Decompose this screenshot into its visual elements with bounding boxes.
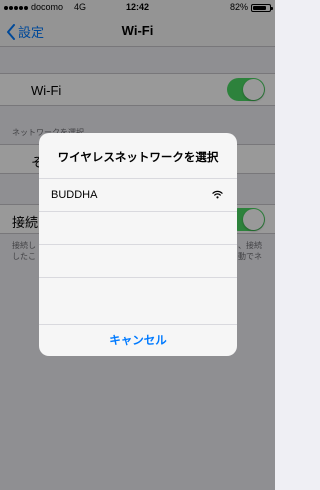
cancel-button[interactable]: キャンセル [39, 324, 237, 356]
network-row[interactable] [39, 244, 237, 277]
network-list: BUDDHA [39, 178, 237, 324]
network-row[interactable]: BUDDHA [39, 178, 237, 211]
network-row[interactable] [39, 277, 237, 310]
alert-title: ワイヤレスネットワークを選択 [57, 152, 219, 164]
network-row[interactable] [39, 211, 237, 244]
network-name: BUDDHA [51, 189, 98, 201]
wifi-icon [212, 190, 223, 199]
network-select-alert: ワイヤレスネットワークを選択 BUDDHA キャンセル [39, 133, 237, 356]
